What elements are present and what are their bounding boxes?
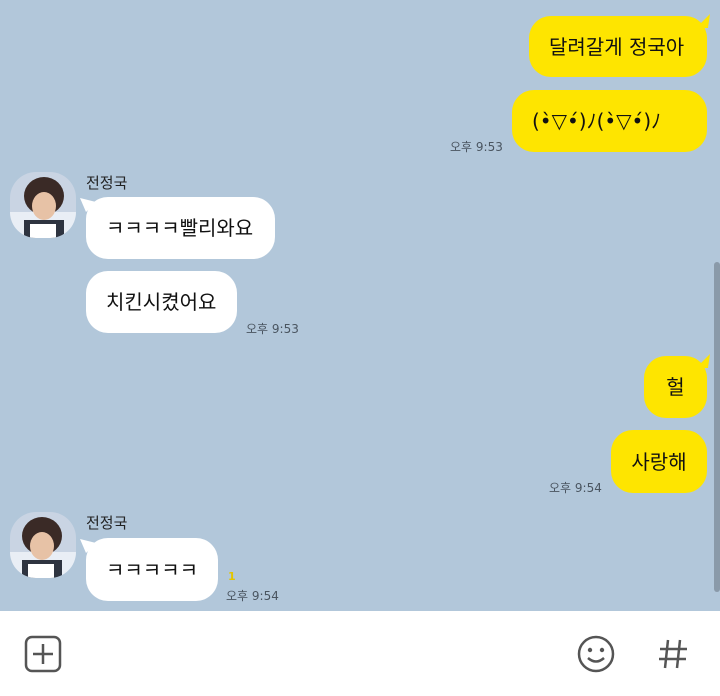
hashtag-icon[interactable] — [656, 637, 690, 671]
plus-square-icon[interactable] — [24, 635, 62, 673]
chat-area[interactable]: 달려갈게 정국아 (•̀▽•́)ﾉ(•̀▽•́)ﾉ 오후 9:53 전정국 ㅋㅋ… — [0, 0, 720, 611]
message-timestamp: 오후 9:53 — [450, 140, 503, 154]
message-bubble-other[interactable]: ㅋㅋㅋㅋ빨리와요 — [86, 197, 275, 259]
message-bubble-mine[interactable]: 사랑해 — [611, 430, 707, 493]
unread-count: 1 — [228, 570, 236, 583]
profile-photo — [10, 512, 76, 578]
message-bubble-other[interactable]: ㅋㅋㅋㅋㅋ — [86, 538, 218, 601]
profile-photo — [10, 172, 76, 238]
scrollbar[interactable] — [714, 262, 720, 592]
bubble-tail — [696, 354, 710, 368]
message-timestamp: 오후 9:53 — [246, 322, 299, 336]
avatar[interactable] — [10, 172, 76, 238]
message-text: ㅋㅋㅋㅋ빨리와요 — [106, 216, 254, 240]
message-timestamp: 오후 9:54 — [549, 481, 602, 495]
message-text: 달려갈게 정국아 — [549, 34, 685, 59]
message-bubble-mine[interactable]: (•̀▽•́)ﾉ(•̀▽•́)ﾉ — [512, 90, 707, 152]
bubble-tail — [696, 14, 710, 28]
message-text: 치킨시켰어요 — [106, 290, 217, 314]
smiley-icon[interactable] — [576, 634, 616, 674]
sender-name: 전정국 — [86, 174, 128, 192]
message-text: (•̀▽•́)ﾉ(•̀▽•́)ﾉ — [532, 109, 662, 133]
message-text: 사랑해 — [631, 449, 687, 474]
sender-name: 전정국 — [86, 514, 128, 532]
avatar[interactable] — [10, 512, 76, 578]
message-text: 헐 — [666, 375, 685, 399]
message-text: ㅋㅋㅋㅋㅋ — [106, 557, 198, 582]
message-bubble-mine[interactable]: 달려갈게 정국아 — [529, 16, 707, 77]
message-bubble-other[interactable]: 치킨시켰어요 — [86, 271, 237, 333]
message-timestamp: 오후 9:54 — [226, 589, 279, 603]
input-bar — [0, 611, 720, 696]
